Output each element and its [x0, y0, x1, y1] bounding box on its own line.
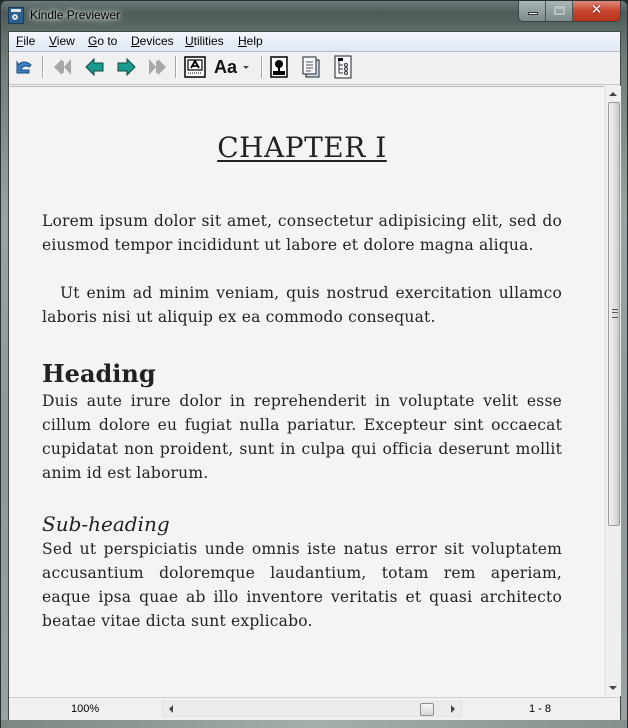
menu-help-accel: H: [238, 34, 247, 48]
double-left-arrow-icon: [54, 59, 71, 75]
title-bar[interactable]: Kindle Previewer ✕: [1, 1, 627, 31]
menu-utilities-accel: U: [185, 34, 194, 48]
chevron-down-icon: [243, 65, 250, 69]
paragraph-2: Ut enim ad minim veniam, quis nostrud ex…: [42, 284, 562, 326]
minimize-button[interactable]: [519, 1, 546, 21]
menu-goto[interactable]: Go to: [88, 34, 117, 48]
menu-view[interactable]: View: [49, 34, 75, 48]
slider-left-icon[interactable]: [169, 705, 173, 713]
section-heading: Heading: [42, 359, 156, 388]
menu-bar: File View Go to Devices Utilities Help: [9, 32, 620, 52]
paragraph-4: Sed ut perspiciatis unde omnis iste natu…: [42, 540, 562, 630]
first-page-button[interactable]: [51, 55, 75, 79]
chapter-title: CHAPTER I: [42, 131, 562, 164]
menu-view-accel: V: [49, 34, 57, 48]
page-slider[interactable]: [162, 701, 462, 717]
section-subheading: Sub-heading: [42, 512, 170, 536]
double-right-arrow-icon: [149, 59, 166, 75]
close-icon: ✕: [590, 2, 603, 18]
page-slider-thumb[interactable]: [420, 703, 435, 716]
window-controls: ✕: [518, 1, 621, 22]
display-mode-button[interactable]: [183, 55, 207, 79]
paragraph-3: Duis aute irure dolor in reprehenderit i…: [42, 392, 562, 482]
book-page: CHAPTER I Lorem ipsum dolor sit amet, co…: [10, 86, 604, 697]
scroll-up-icon[interactable]: [609, 92, 617, 96]
close-button[interactable]: ✕: [573, 1, 620, 21]
book-content-button[interactable]: [299, 55, 323, 79]
vertical-scrollbar[interactable]: [605, 86, 621, 696]
table-of-contents-icon: [334, 55, 352, 79]
status-bar: 100% 1 - 8: [9, 697, 620, 720]
font-size-icon: Aa: [214, 56, 238, 77]
menu-goto-label: o to: [97, 34, 118, 48]
rotate-button[interactable]: [12, 55, 36, 79]
last-page-button[interactable]: [145, 55, 169, 79]
right-arrow-icon: [117, 58, 136, 76]
menu-goto-accel: G: [88, 34, 98, 48]
toolbar-separator: [261, 56, 263, 78]
cover-button[interactable]: [267, 55, 291, 79]
menu-help[interactable]: Help: [238, 34, 263, 48]
font-size-button[interactable]: Aa: [214, 55, 258, 79]
grip-icon: [612, 309, 618, 318]
menu-utilities-label: tilities: [193, 34, 224, 48]
menu-file[interactable]: File: [16, 34, 35, 48]
menu-file-label: ile: [23, 34, 36, 48]
undo-rotate-icon: [16, 60, 32, 74]
zoom-level: 100%: [71, 703, 100, 715]
maximize-button[interactable]: [546, 1, 573, 21]
toolbar: Aa: [9, 52, 620, 85]
toolbar-separator: [42, 56, 44, 78]
paragraph-1: Lorem ipsum dolor sit amet, consectetur …: [42, 212, 562, 254]
slider-right-icon[interactable]: [451, 705, 455, 713]
chapter-title-text: CHAPTER I: [217, 131, 387, 164]
menu-devices[interactable]: Devices: [131, 34, 174, 48]
menu-view-label: iew: [56, 34, 75, 48]
font-display-icon: [184, 56, 206, 78]
window-frame-bottom: [1, 720, 627, 728]
next-page-button[interactable]: [114, 55, 138, 79]
scroll-down-icon[interactable]: [609, 686, 617, 690]
page-range: 1 - 8: [529, 703, 552, 715]
window-title: Kindle Previewer: [30, 8, 121, 22]
previous-page-button[interactable]: [83, 55, 107, 79]
client-area: File View Go to Devices Utilities Help A…: [8, 31, 621, 720]
cover-image-icon: [270, 56, 288, 78]
menu-utilities[interactable]: Utilities: [185, 34, 224, 48]
toolbar-separator: [175, 56, 177, 78]
toc-button[interactable]: [331, 55, 355, 79]
app-window: Kindle Previewer ✕ File View Go to Devic…: [0, 0, 628, 728]
menu-devices-label: evices: [139, 34, 174, 48]
pages-icon: [302, 56, 320, 78]
menu-help-label: elp: [246, 34, 263, 48]
menu-devices-accel: D: [131, 34, 140, 48]
left-arrow-icon: [85, 58, 104, 76]
vertical-scroll-thumb[interactable]: [608, 102, 620, 526]
kindle-previewer-icon[interactable]: [8, 7, 24, 24]
